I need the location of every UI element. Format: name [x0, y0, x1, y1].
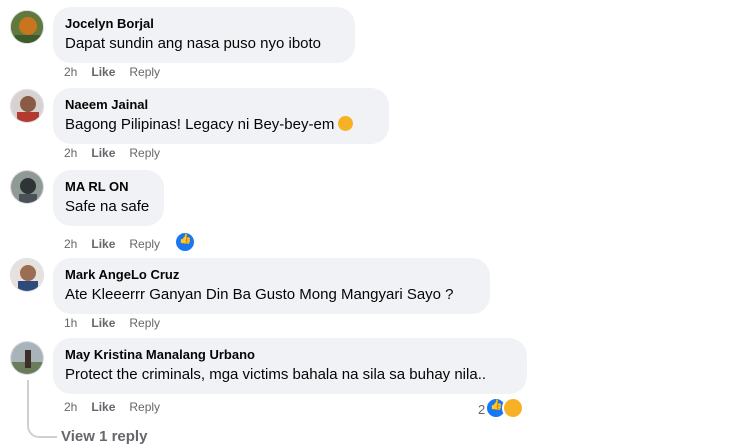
comment-time[interactable]: 2h — [64, 65, 77, 79]
reaction-count: 2 — [478, 402, 486, 417]
comment-item: Naeem Jainal Bagong Pilipinas! Legacy ni… — [0, 84, 750, 168]
comment-actions: 2h Like Reply — [64, 65, 174, 79]
comment-bubble: Naeem Jainal Bagong Pilipinas! Legacy ni… — [53, 88, 389, 144]
comment-text: Ate Kleeerrr Ganyan Din Ba Gusto Mong Ma… — [65, 286, 454, 303]
comment-time[interactable]: 2h — [64, 400, 77, 414]
like-button[interactable]: Like — [91, 400, 115, 414]
avatar[interactable] — [10, 89, 44, 123]
comment-bubble: Jocelyn Borjal Dapat sundin ang nasa pus… — [53, 7, 355, 63]
like-button[interactable]: Like — [91, 316, 115, 330]
thread-connector-curve — [27, 418, 57, 438]
reply-button[interactable]: Reply — [129, 237, 160, 251]
reply-button[interactable]: Reply — [129, 65, 160, 79]
comment-author[interactable]: Naeem Jainal — [65, 96, 377, 113]
like-button[interactable]: Like — [91, 65, 115, 79]
comment-time[interactable]: 2h — [64, 237, 77, 251]
reply-button[interactable]: Reply — [129, 316, 160, 330]
comment-text: Bagong Pilipinas! Legacy ni Bey-bey-em — [65, 115, 377, 135]
view-replies-link[interactable]: View 1 reply — [61, 428, 147, 445]
comment-bubble: MA RL ON Safe na safe — [53, 170, 164, 226]
comment-item: May Kristina Manalang Urbano Protect the… — [0, 336, 750, 439]
comment-time[interactable]: 1h — [64, 316, 77, 330]
avatar[interactable] — [10, 341, 44, 375]
comment-text: Dapat sundin ang nasa puso nyo iboto — [65, 35, 322, 52]
comment-bubble: Mark AngeLo Cruz Ate Kleeerrr Ganyan Din… — [53, 258, 490, 314]
reply-button[interactable]: Reply — [129, 146, 160, 160]
like-reaction-icon[interactable] — [174, 231, 197, 253]
avatar[interactable] — [10, 170, 44, 204]
comment-actions: 2h Like Reply — [64, 400, 174, 414]
comment-author[interactable]: MA RL ON — [65, 178, 152, 195]
comment-actions: 2h Like Reply — [64, 146, 174, 160]
like-button[interactable]: Like — [91, 237, 115, 251]
comment-text: Protect the criminals, mga victims bahal… — [65, 366, 487, 383]
laughing-emoji-icon — [338, 116, 354, 131]
comment-item: Jocelyn Borjal Dapat sundin ang nasa pus… — [0, 0, 750, 84]
comment-item: Mark AngeLo Cruz Ate Kleeerrr Ganyan Din… — [0, 252, 750, 336]
comment-text: Safe na safe — [65, 198, 150, 215]
comment-author[interactable]: Mark AngeLo Cruz — [65, 266, 478, 283]
avatar[interactable] — [10, 258, 44, 292]
comment-time[interactable]: 2h — [64, 146, 77, 160]
comment-author[interactable]: May Kristina Manalang Urbano — [65, 346, 515, 363]
avatar[interactable] — [10, 10, 44, 44]
comment-author[interactable]: Jocelyn Borjal — [65, 15, 343, 32]
comment-bubble: May Kristina Manalang Urbano Protect the… — [53, 338, 527, 394]
reaction-summary[interactable]: 2 — [478, 397, 525, 419]
comment-actions: 1h Like Reply — [64, 316, 174, 330]
comment-item: MA RL ON Safe na safe 2h Like Reply — [0, 168, 750, 253]
comment-text-content: Bagong Pilipinas! Legacy ni Bey-bey-em — [65, 116, 335, 133]
haha-reaction-icon — [502, 397, 525, 419]
reply-button[interactable]: Reply — [129, 400, 160, 414]
like-button[interactable]: Like — [91, 146, 115, 160]
comment-actions: 2h Like Reply — [64, 231, 210, 253]
